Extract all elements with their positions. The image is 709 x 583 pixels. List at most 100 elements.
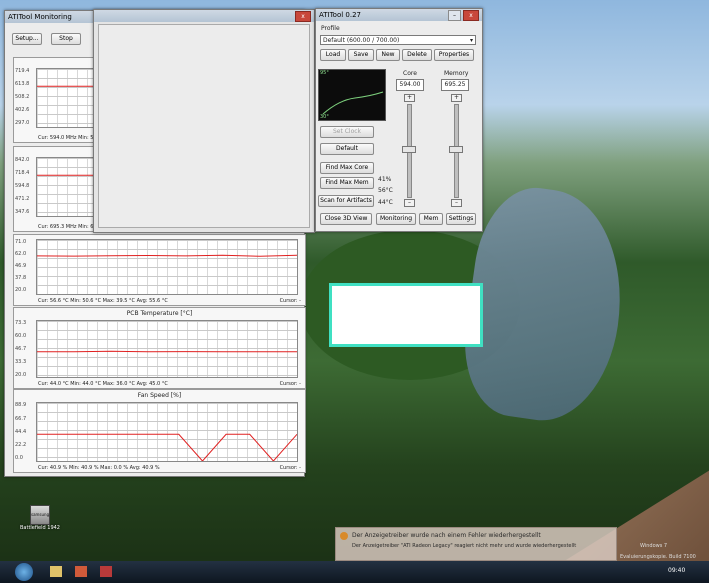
mini-graph-curve (322, 91, 384, 115)
desktop-icon-battlefield[interactable]: samsung Battlefield 1942 (20, 505, 60, 531)
notification-body: Der Anzeigetreiber "ATI Radeon Legacy" r… (352, 543, 577, 549)
atitool-window: ATITool 0.27 – x Profile Default (600.00… (315, 8, 483, 232)
driver-notification[interactable]: Der Anzeigetreiber wurde nach einem Fehl… (335, 527, 617, 561)
series-line (37, 351, 297, 352)
profile-select[interactable]: Default (600.00 / 700.00) ▾ (320, 35, 476, 45)
y-ticks: 71.0 62.0 46.9 37.8 20.0 (15, 239, 35, 293)
tick: 46.9 (15, 263, 27, 269)
graph-title: Fan Speed [%] (137, 392, 182, 399)
settings-button[interactable]: Settings (446, 213, 476, 225)
tick: 508.2 (15, 94, 30, 100)
profile-select-value: Default (600.00 / 700.00) (323, 37, 400, 44)
graph-plot-fan-speed (36, 402, 298, 462)
tick: 44.4 (15, 429, 27, 435)
tick: 46.7 (15, 346, 27, 352)
chevron-down-icon: ▾ (469, 37, 473, 44)
tick: 471.2 (15, 196, 30, 202)
graph-cursor: Cursor: - (279, 465, 301, 471)
blank-window-content (98, 24, 310, 228)
graph-title: PCB Temperature [°C] (126, 310, 193, 317)
mem-button[interactable]: Mem (419, 213, 443, 225)
core-decrease-button[interactable]: – (404, 199, 415, 207)
fan-readout: 41% (378, 176, 392, 183)
highlight-box (329, 283, 483, 347)
setup-button[interactable]: Setup... (12, 33, 42, 45)
monitoring-taskbar-icon[interactable] (100, 566, 112, 577)
watermark-build: Evaluierungskopie. Build 7100 (620, 554, 696, 560)
graph-panel-fan-speed: Fan Speed [%] 88.9 66.7 44.4 22.2 0.0 Cu… (13, 389, 306, 473)
core-clock-field[interactable]: 594.00 (396, 79, 424, 91)
memory-slider-thumb[interactable] (449, 146, 463, 153)
minimize-button[interactable]: – (448, 9, 461, 21)
new-button[interactable]: New (376, 49, 400, 61)
gpu-temp-readout: 56°C (378, 187, 393, 194)
tick: 347.6 (15, 209, 30, 215)
notification-title: Der Anzeigetreiber wurde nach einem Fehl… (352, 532, 541, 539)
graph-panel-pcb-temp: PCB Temperature [°C] 73.3 60.0 46.7 33.3… (13, 307, 306, 389)
tick: 22.2 (15, 442, 27, 448)
profile-label: Profile (321, 25, 340, 32)
tick: 20.0 (15, 372, 27, 378)
temperature-mini-graph: 95° 30° (318, 69, 386, 121)
tick: 88.9 (15, 402, 27, 408)
watermark-os: Windows 7 (640, 543, 668, 549)
graph-stats: Cur: 56.6 °C Min: 50.6 °C Max: 39.5 °C A… (38, 298, 168, 304)
y-ticks: 88.9 66.7 44.4 22.2 0.0 (15, 402, 35, 461)
close-3d-view-button[interactable]: Close 3D View (320, 213, 372, 225)
memory-decrease-button[interactable]: – (451, 199, 462, 207)
graph-cursor: Cursor: - (279, 381, 301, 387)
core-increase-button[interactable]: + (404, 94, 415, 102)
scan-artifacts-button[interactable]: Scan for Artifacts (318, 195, 374, 207)
series-line (37, 255, 297, 256)
graph-plot-pcb-temp (36, 320, 298, 378)
find-max-core-button[interactable]: Find Max Core (320, 162, 374, 174)
tick: 718.4 (15, 170, 30, 176)
atitool-taskbar-icon[interactable] (75, 566, 87, 577)
graph-stats: Cur: 695.3 MHz Min: 69 (38, 224, 97, 230)
clock[interactable]: 09:40 (668, 567, 685, 574)
blank-window-titlebar: x (94, 10, 314, 22)
load-button[interactable]: Load (320, 49, 346, 61)
graph-stats: Cur: 44.0 °C Min: 44.0 °C Max: 36.0 °C A… (38, 381, 168, 387)
close-button[interactable]: x (463, 9, 479, 21)
start-button[interactable] (15, 563, 33, 581)
pcb-temp-readout: 44°C (378, 199, 393, 206)
explorer-taskbar-icon[interactable] (50, 566, 62, 577)
tick: 71.0 (15, 239, 27, 245)
core-slider-thumb[interactable] (402, 146, 416, 153)
set-clock-button[interactable]: Set Clock (320, 126, 374, 138)
blank-window: x (93, 9, 315, 233)
graph-panel-gpu-temp: 71.0 62.0 46.9 37.8 20.0 Cur: 56.6 °C Mi… (13, 234, 306, 306)
tick: 0.0 (15, 455, 23, 461)
close-button[interactable]: x (295, 10, 311, 22)
properties-button[interactable]: Properties (434, 49, 474, 61)
atitool-title: ATITool 0.27 (319, 11, 361, 19)
monitoring-button[interactable]: Monitoring (376, 213, 416, 225)
stop-button[interactable]: Stop (51, 33, 81, 45)
delete-button[interactable]: Delete (402, 49, 432, 61)
tick: 594.8 (15, 183, 30, 189)
tick: 33.3 (15, 359, 27, 365)
graph-plot-gpu-temp (36, 239, 298, 295)
atitool-titlebar: ATITool 0.27 – x (316, 9, 482, 21)
tick: 613.8 (15, 81, 30, 87)
tick: 842.0 (15, 157, 30, 163)
taskbar: 09:40 (0, 561, 709, 583)
memory-label: Memory (444, 70, 469, 77)
graph-stats: Cur: 594.0 MHz Min: 59 (38, 135, 97, 141)
graph-cursor: Cursor: - (279, 298, 301, 304)
y-ticks: 842.0 718.4 594.8 471.2 347.6 (15, 157, 35, 215)
warning-icon (340, 532, 348, 540)
tick: 402.6 (15, 107, 30, 113)
memory-clock-field[interactable]: 695.25 (441, 79, 469, 91)
game-icon: samsung (30, 505, 50, 525)
y-ticks: 719.4 613.8 508.2 402.6 297.0 (15, 68, 35, 126)
tick: 60.0 (15, 333, 27, 339)
graph-stats: Cur: 40.9 % Min: 40.9 % Max: 0.0 % Avg: … (38, 465, 160, 471)
tick: 73.3 (15, 320, 27, 326)
find-max-mem-button[interactable]: Find Max Mem (320, 177, 374, 189)
save-button[interactable]: Save (348, 49, 374, 61)
memory-increase-button[interactable]: + (451, 94, 462, 102)
default-button[interactable]: Default (320, 143, 374, 155)
series-line (37, 434, 297, 461)
